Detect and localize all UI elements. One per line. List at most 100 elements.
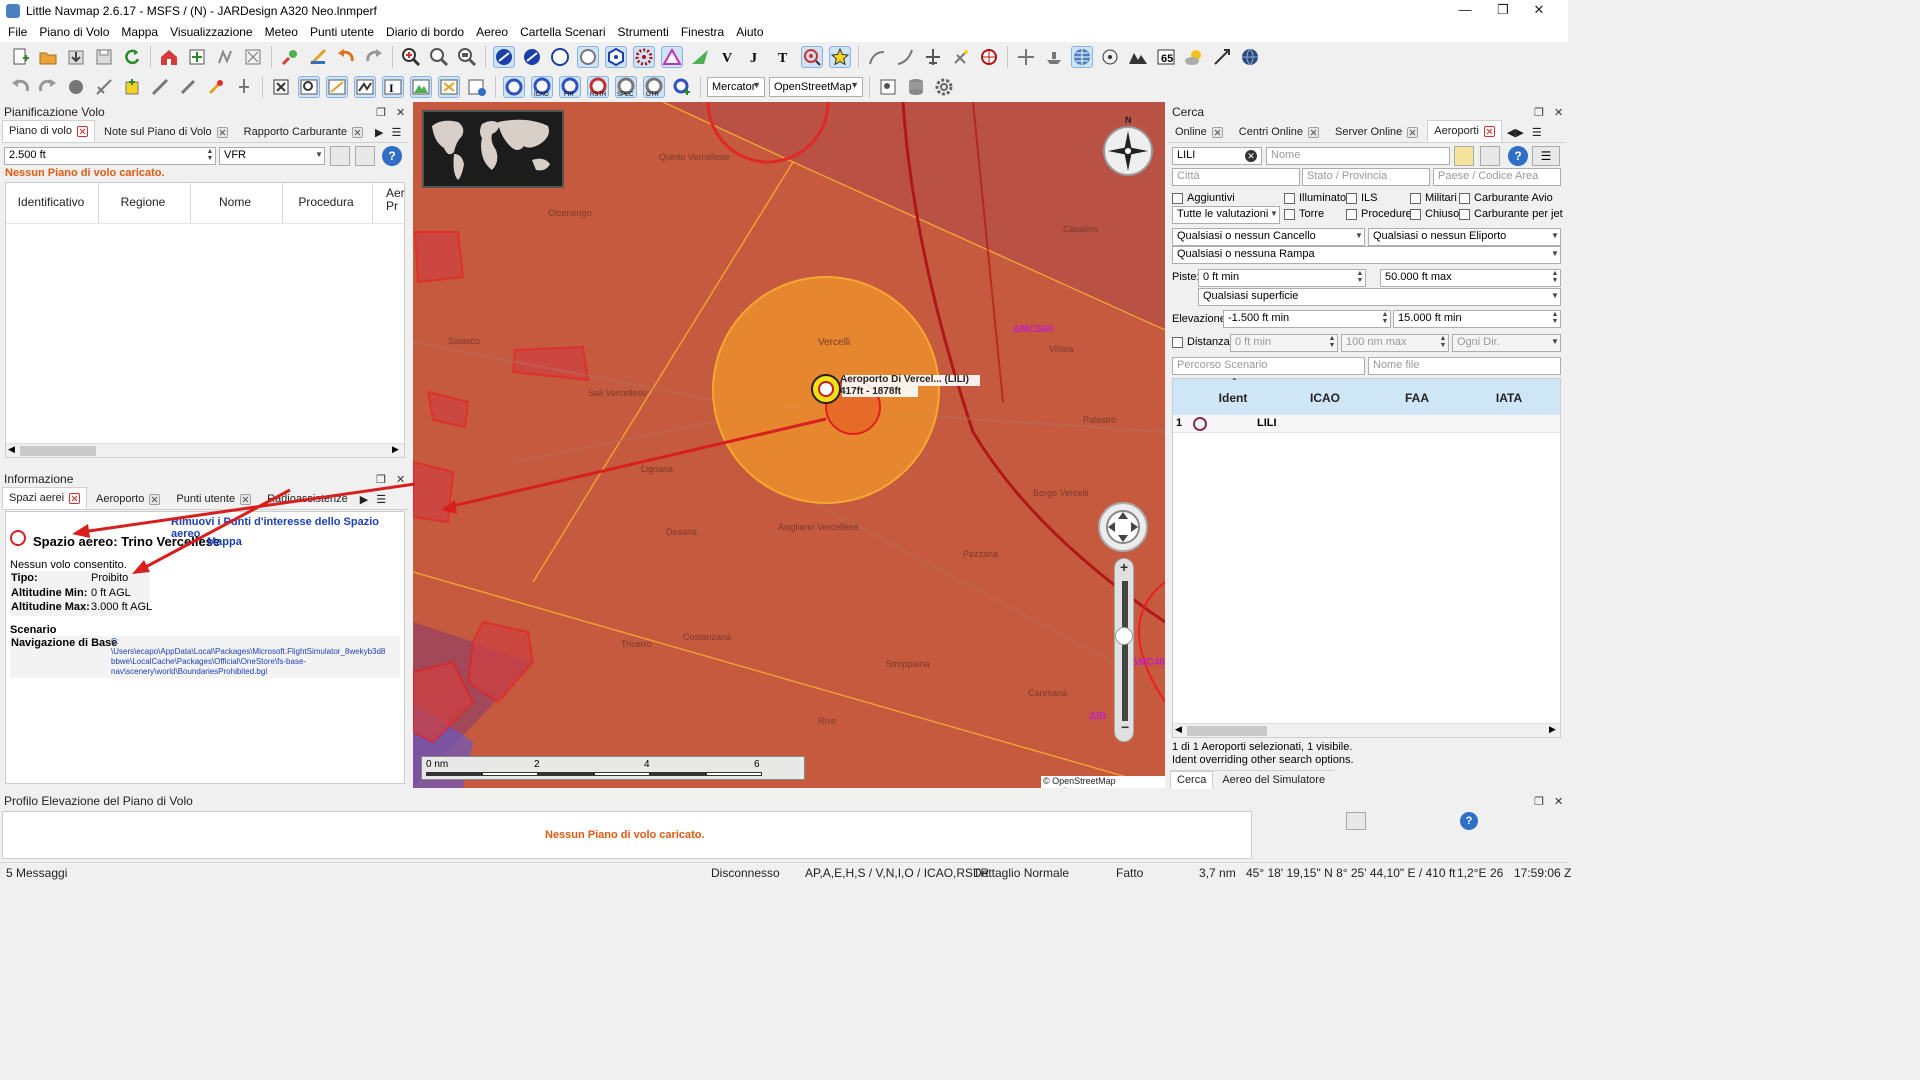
column-header[interactable]: Identificativo: [6, 195, 96, 209]
close-tab-icon[interactable]: [1211, 126, 1223, 138]
overview-map[interactable]: [422, 110, 564, 188]
compass-map-icon[interactable]: [438, 76, 460, 98]
remove-marks-icon[interactable]: [270, 76, 292, 98]
airport-soft-icon[interactable]: [521, 46, 543, 68]
pan-control[interactable]: [1098, 502, 1148, 552]
reset-icon[interactable]: [1480, 146, 1500, 166]
open-folder-icon[interactable]: [37, 46, 59, 68]
settings-gear-icon[interactable]: [933, 76, 955, 98]
restricted-airspace-icon[interactable]: RSTR: [587, 76, 609, 98]
distance-min-input[interactable]: 0 ft min ▲ ▼: [1230, 334, 1338, 352]
help-icon[interactable]: ?: [1460, 812, 1478, 830]
jet-airway-icon[interactable]: J: [745, 46, 767, 68]
tab-menu-icon[interactable]: ☰: [388, 122, 404, 142]
airways-map-icon[interactable]: [354, 76, 376, 98]
lighted-checkbox[interactable]: Illuminato: [1284, 192, 1346, 204]
jetfuel-checkbox[interactable]: Carburante per jet: [1459, 208, 1563, 220]
redo-icon[interactable]: [363, 46, 385, 68]
scroll-right-icon[interactable]: ▶: [392, 444, 399, 455]
surface-select[interactable]: Qualsiasi superficie ▼: [1198, 288, 1561, 306]
filename-input[interactable]: Nome file: [1368, 357, 1561, 375]
tower-checkbox[interactable]: Torre: [1284, 208, 1324, 220]
compass-rose-icon[interactable]: [978, 46, 1000, 68]
menu-window[interactable]: Finestra: [675, 22, 730, 42]
search-map-icon[interactable]: [298, 76, 320, 98]
float-icon[interactable]: ❐: [376, 106, 386, 119]
procedures-checkbox[interactable]: Procedure: [1346, 208, 1412, 220]
menu-userpoints[interactable]: Punti utente: [304, 22, 380, 42]
ndb-icon[interactable]: [633, 46, 655, 68]
float-icon[interactable]: ❐: [1534, 795, 1544, 808]
spin-icon[interactable]: ▲ ▼: [1551, 311, 1559, 325]
zoom-out-icon[interactable]: [428, 46, 450, 68]
airspace-filter-icon[interactable]: [503, 76, 525, 98]
add-position-icon[interactable]: [186, 46, 208, 68]
zoom-slider[interactable]: + −: [1114, 558, 1134, 742]
sim-connect-icon[interactable]: [877, 76, 899, 98]
tab-menu-icon[interactable]: ☰: [1529, 122, 1545, 142]
airport-filter-icon[interactable]: [493, 46, 515, 68]
trail-icon[interactable]: [894, 46, 916, 68]
back-icon[interactable]: [9, 76, 31, 98]
close-icon[interactable]: ✕: [396, 106, 405, 119]
hold-icon[interactable]: [177, 76, 199, 98]
forward-icon[interactable]: [37, 76, 59, 98]
menu-aircraft[interactable]: Aereo: [470, 22, 514, 42]
range-rings-icon[interactable]: [1099, 46, 1121, 68]
projection-select[interactable]: Mercator ▼: [707, 77, 765, 97]
horizontal-scrollbar[interactable]: ◀ ▶: [6, 443, 404, 457]
other-airspace-icon[interactable]: OTR: [643, 76, 665, 98]
spin-icon[interactable]: ▲ ▼: [1328, 335, 1336, 349]
tab-scroll-icon[interactable]: ◀▶: [1504, 122, 1527, 142]
flight-type-select[interactable]: VFR ▼: [219, 147, 325, 165]
calc-route-icon[interactable]: [279, 46, 301, 68]
tab-flightplan-notes[interactable]: Note sul Piano di Volo: [97, 122, 235, 142]
zoom-handle[interactable]: [1115, 627, 1133, 645]
filter-icon[interactable]: [355, 146, 375, 166]
close-tab-icon[interactable]: [351, 126, 363, 138]
scroll-left-icon[interactable]: ◀: [8, 444, 15, 455]
spin-icon[interactable]: ▲ ▼: [1381, 311, 1389, 325]
home-icon[interactable]: [158, 46, 180, 68]
fir-airspace-icon[interactable]: FIR: [559, 76, 581, 98]
horizontal-scrollbar[interactable]: ◀ ▶: [1173, 723, 1560, 737]
tab-fuel-report[interactable]: Rapporto Carburante: [237, 122, 370, 142]
waypoint-icon[interactable]: [661, 46, 683, 68]
zoom-in-icon[interactable]: [400, 46, 422, 68]
ramp-select[interactable]: Qualsiasi o nessuna Rampa ▼: [1172, 246, 1561, 264]
column-header[interactable]: Nome: [190, 195, 280, 209]
icao-airspace-icon[interactable]: ICAO: [531, 76, 553, 98]
zoom-minus-icon[interactable]: −: [1121, 719, 1129, 735]
download-icon[interactable]: [65, 46, 87, 68]
column-header[interactable]: IATA: [1463, 391, 1555, 405]
airport-addon-icon[interactable]: [577, 46, 599, 68]
ship-icon[interactable]: [1043, 46, 1065, 68]
weather-icon[interactable]: [1183, 46, 1205, 68]
special-airspace-icon[interactable]: SPEC: [615, 76, 637, 98]
reload-icon[interactable]: [121, 46, 143, 68]
menu-map[interactable]: Mappa: [115, 22, 164, 42]
terrain-map-icon[interactable]: [410, 76, 432, 98]
menu-file[interactable]: File: [2, 22, 33, 42]
column-header[interactable]: Ident: [1187, 391, 1279, 405]
close-tab-icon[interactable]: [1407, 126, 1419, 138]
track-icon[interactable]: T: [773, 46, 795, 68]
clear-icon[interactable]: ✕: [1245, 150, 1257, 162]
scrollbar-thumb[interactable]: [1187, 726, 1267, 736]
close-icon[interactable]: ✕: [1522, 0, 1556, 22]
airspace-add-icon[interactable]: [671, 76, 693, 98]
text-map-icon[interactable]: I: [382, 76, 404, 98]
column-header[interactable]: Regione: [98, 195, 188, 209]
altitude-input[interactable]: 2.500 ft ▲ ▼: [4, 147, 216, 165]
traffic-icon[interactable]: [205, 76, 227, 98]
database-icon[interactable]: [905, 76, 927, 98]
military-checkbox[interactable]: Militari: [1410, 192, 1457, 204]
spin-icon[interactable]: ▲ ▼: [1551, 270, 1559, 284]
terrain-icon[interactable]: [1127, 46, 1149, 68]
profile-view[interactable]: Nessun Piano di volo caricato.: [2, 811, 1252, 859]
scenery-path-input[interactable]: Percorso Scenario: [1172, 357, 1365, 375]
measure-icon[interactable]: [93, 76, 115, 98]
minimize-icon[interactable]: —: [1448, 0, 1482, 22]
star-icon[interactable]: [829, 46, 851, 68]
restore-icon[interactable]: ❐: [1486, 0, 1520, 22]
